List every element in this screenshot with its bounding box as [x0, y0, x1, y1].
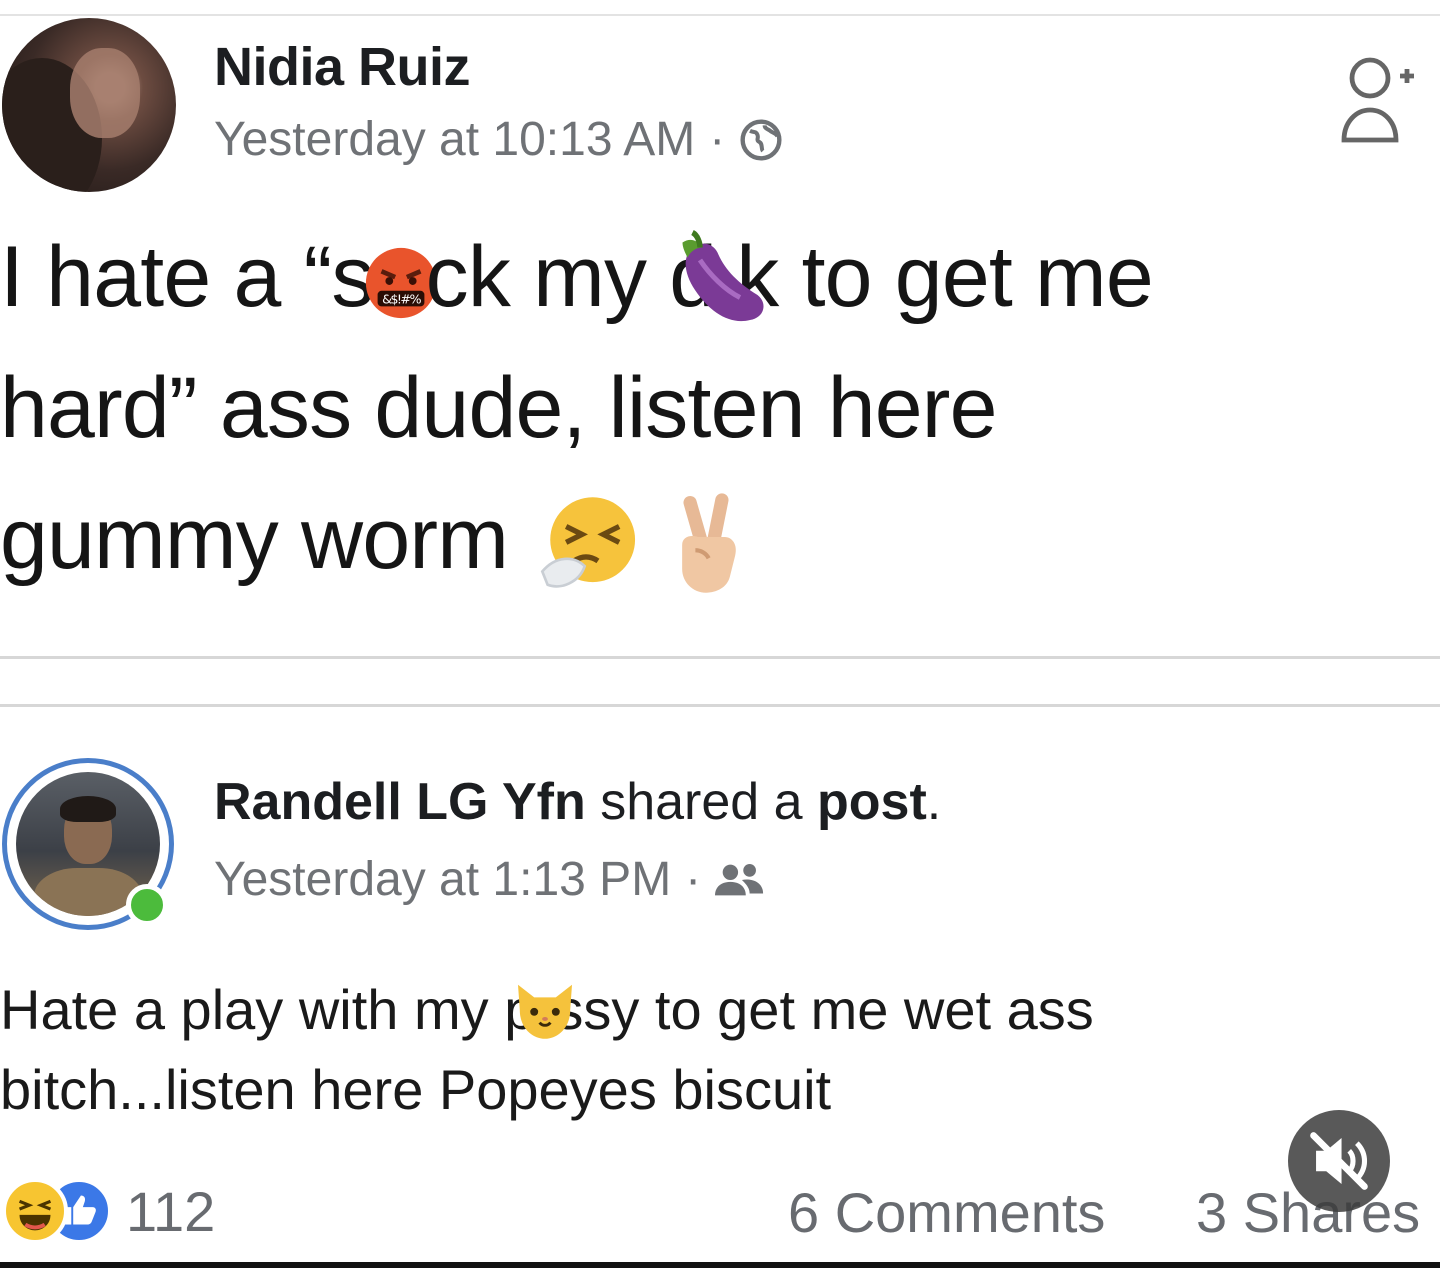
meta-separator: ·: [709, 113, 726, 166]
eggplant-icon: [682, 230, 764, 322]
friends-icon: [715, 863, 764, 895]
haha-icon: [2, 1178, 68, 1244]
post-author-name[interactable]: Nidia Ruiz: [214, 36, 471, 98]
post-timestamp[interactable]: Yesterday at 10:13 AM: [214, 112, 695, 167]
post-meta: Yesterday at 1:13 PM ·: [214, 852, 765, 907]
post-text: I hate a “s &$!#% ck my d k to get me ha…: [0, 212, 1430, 605]
post-divider: [0, 656, 1440, 659]
mute-button[interactable]: [1288, 1110, 1390, 1212]
svg-text:&$!#%: &$!#%: [382, 292, 421, 307]
post-text-line: gummy worm: [0, 474, 1430, 605]
cat-face-icon: [518, 985, 573, 1040]
muted-speaker-icon: [1310, 1132, 1368, 1190]
reaction-summary[interactable]: 112: [2, 1176, 215, 1246]
post-text: Hate a play with my p ssy to get me wet …: [0, 970, 1430, 1130]
post-text-line: I hate a “s &$!#% ck my d k to get me: [0, 212, 1430, 343]
post-timestamp[interactable]: Yesterday at 1:13 PM: [214, 852, 671, 907]
bottom-bar: [0, 1262, 1440, 1268]
reaction-count[interactable]: 112: [126, 1179, 215, 1244]
add-friend-icon[interactable]: [1340, 52, 1416, 144]
meta-separator: ·: [685, 853, 702, 906]
shared-post-header: Randell LG Yfn shared a post.: [214, 773, 942, 831]
globe-icon: [740, 118, 782, 161]
post-text-line: bitch...listen here Popeyes biscuit: [0, 1058, 832, 1122]
online-status-indicator: [126, 884, 168, 926]
post-meta: Yesterday at 10:13 AM ·: [214, 112, 783, 167]
avatar[interactable]: [2, 18, 176, 192]
comments-count[interactable]: 6 Comments: [788, 1180, 1105, 1245]
victory-hand-icon: [682, 493, 737, 593]
top-divider: [0, 14, 1440, 16]
post-author-name[interactable]: Randell LG Yfn: [214, 773, 586, 831]
post-text-line: Hate a play with my p ssy to get me wet …: [0, 970, 1430, 1050]
post-divider: [0, 704, 1440, 707]
sneezing-face-icon: [540, 497, 636, 588]
post-text-line: hard” ass dude, listen here: [0, 360, 997, 456]
shared-post-link[interactable]: post: [817, 773, 927, 831]
